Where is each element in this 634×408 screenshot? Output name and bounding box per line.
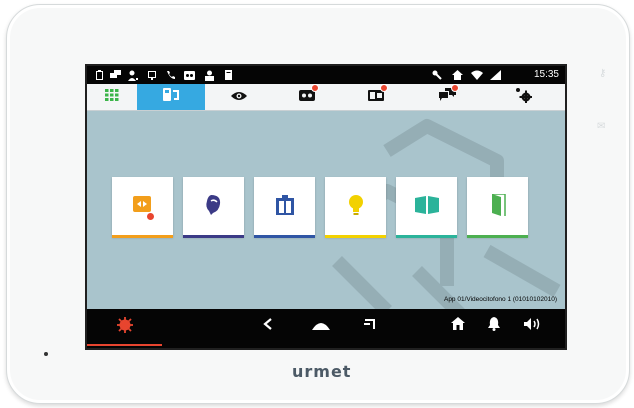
grid-icon <box>105 88 119 106</box>
tile-door[interactable] <box>467 177 528 238</box>
alarm-icon <box>115 316 135 338</box>
back-icon <box>263 317 273 335</box>
tile-accent-bar <box>467 235 528 238</box>
notification-badge <box>311 84 319 92</box>
panel-alarm-icon <box>132 195 155 221</box>
alarm-active-underline <box>87 344 162 346</box>
voicemail-icon <box>299 84 319 106</box>
chat-icon <box>109 69 121 81</box>
volume-icon <box>524 317 542 335</box>
notification-badge <box>380 84 388 92</box>
tile-concierge[interactable] <box>183 177 244 238</box>
brand-logo: urmet <box>292 362 352 381</box>
tile-gate[interactable] <box>396 177 457 238</box>
headset-icon <box>205 194 223 220</box>
recent-apps-icon <box>364 317 376 335</box>
back-button[interactable] <box>257 316 279 336</box>
lightbulb-icon <box>348 194 364 220</box>
video-memo-icon <box>368 84 388 106</box>
notification-badge <box>450 84 459 92</box>
alarm-badge <box>145 211 155 221</box>
key-icon: ⚷ <box>599 68 607 79</box>
tab-camera-view[interactable] <box>205 84 273 110</box>
alarm-button[interactable] <box>87 312 162 346</box>
envelope-icon: ✉ <box>597 121 606 132</box>
apartment-label: App 01/Videocitofono 1 (01010102010) <box>443 296 557 303</box>
tile-accent-bar <box>325 235 386 238</box>
tab-apps-grid[interactable] <box>87 84 137 110</box>
recent-apps-button[interactable] <box>359 316 381 336</box>
home-shortcut-button[interactable] <box>447 316 469 336</box>
document-icon <box>223 69 233 81</box>
tab-messages[interactable] <box>411 84 483 110</box>
tile-elevator[interactable] <box>254 177 315 238</box>
elevator-icon <box>275 194 294 220</box>
bottom-nav-bar <box>87 309 565 348</box>
tab-intercom[interactable] <box>137 84 205 110</box>
tile-accent-bar <box>183 235 244 238</box>
volume-button[interactable] <box>519 316 547 336</box>
phone-icon <box>165 69 177 81</box>
tile-alarm-panel[interactable] <box>112 177 173 238</box>
tile-lights[interactable] <box>325 177 386 238</box>
home-icon <box>451 317 465 335</box>
screen: 15:35 App 01/Videocitofono 1 (0101010201… <box>85 64 567 350</box>
tile-accent-bar <box>254 235 315 238</box>
gate-icon <box>414 195 439 219</box>
signal-icon <box>489 69 501 81</box>
tab-settings[interactable] <box>483 84 565 110</box>
tab-voicemail[interactable] <box>273 84 341 110</box>
bell-icon <box>488 316 500 336</box>
bell-button[interactable] <box>483 316 505 336</box>
home-nav-button[interactable] <box>309 316 333 336</box>
tile-accent-bar <box>112 235 173 238</box>
user-icon <box>127 69 139 81</box>
tile-accent-bar <box>396 235 457 238</box>
intercom-icon <box>163 88 179 106</box>
wifi-icon <box>471 69 483 81</box>
tab-video-memo[interactable] <box>341 84 411 110</box>
contact-icon <box>203 69 215 81</box>
home-icon <box>451 69 463 81</box>
monitor-icon <box>147 69 157 81</box>
top-tab-bar <box>87 84 565 111</box>
clock: 15:35 <box>533 69 559 80</box>
chat-icon <box>438 84 459 106</box>
voicemail-icon <box>183 69 195 81</box>
clipboard-icon <box>95 69 104 81</box>
home-content: App 01/Videocitofono 1 (01010102010) <box>87 111 565 309</box>
wrench-icon <box>431 69 443 81</box>
status-led <box>44 352 48 356</box>
home-nav-icon <box>312 317 330 335</box>
eye-icon <box>231 88 247 106</box>
door-icon <box>490 192 506 221</box>
status-bar: 15:35 <box>87 66 565 84</box>
gear-icon <box>515 87 533 108</box>
